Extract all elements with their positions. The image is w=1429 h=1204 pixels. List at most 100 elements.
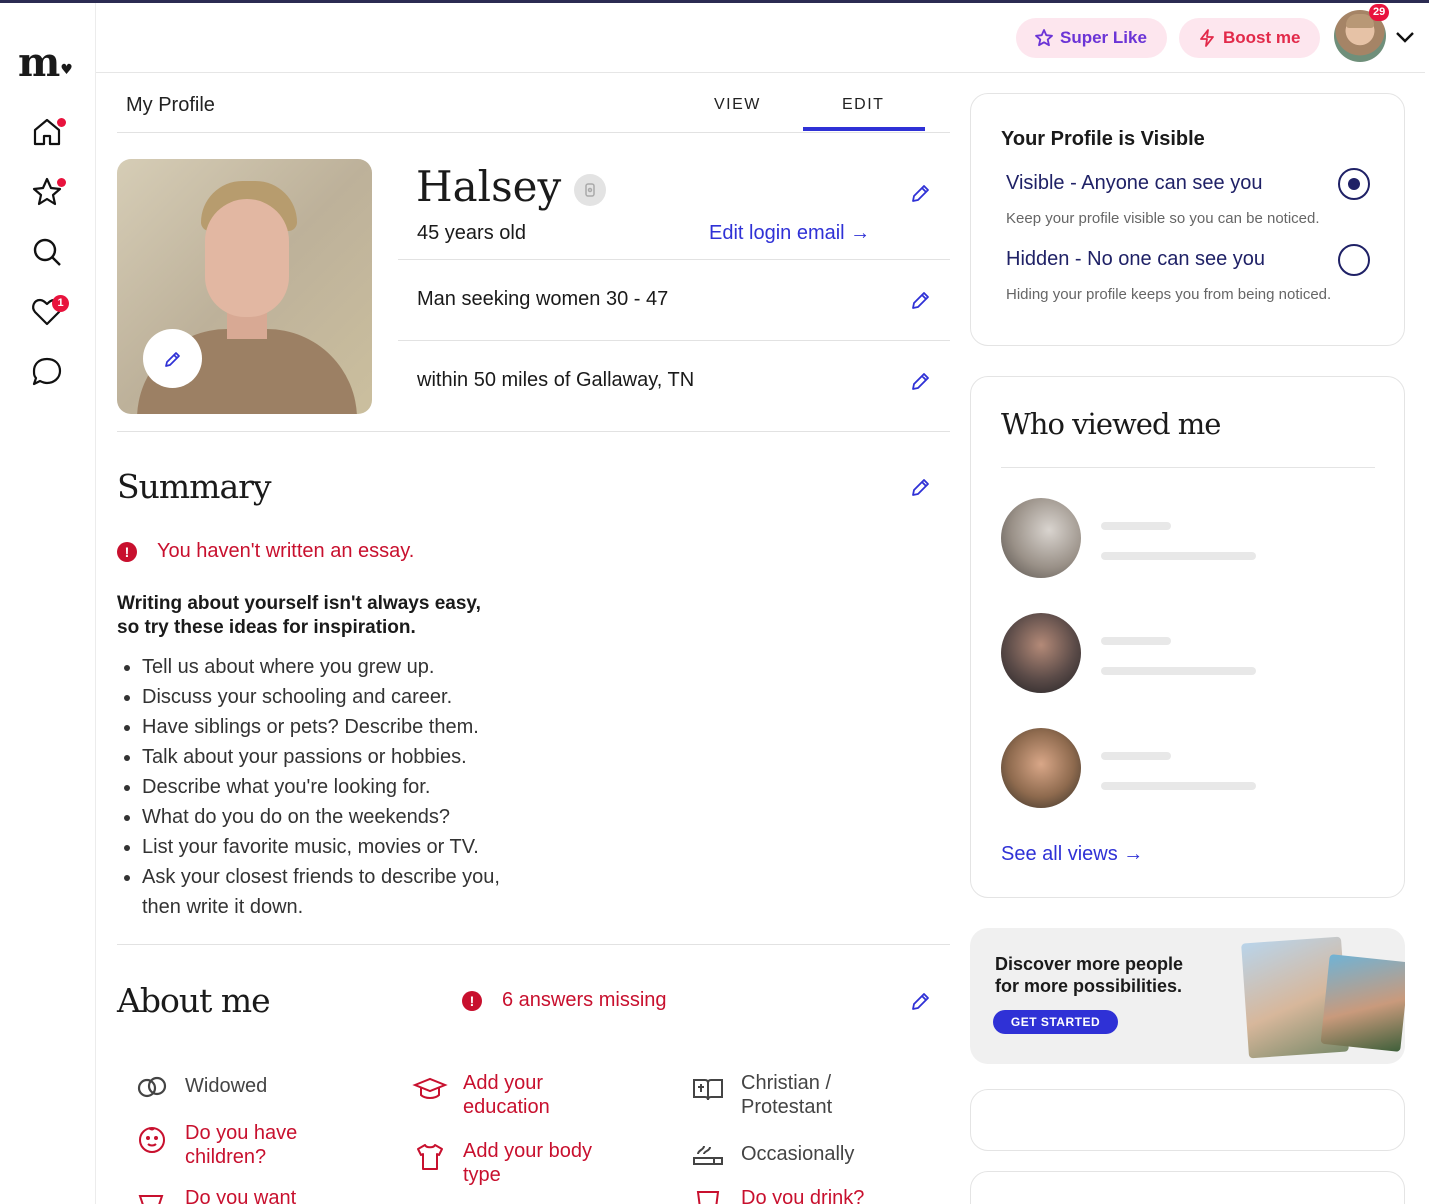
about-item-religion[interactable]: Christian / Protestant — [690, 1071, 920, 1119]
notifications-count-badge: 29 — [1369, 4, 1390, 21]
visibility-title: Your Profile is Visible — [1001, 128, 1205, 150]
star-notification-dot — [57, 178, 66, 187]
divider — [117, 431, 950, 432]
edit-seeking-pencil-icon[interactable] — [910, 289, 932, 311]
divider — [117, 944, 950, 945]
list-item: Tell us about where you grew up. — [142, 652, 542, 682]
essay-warning: ! You haven't written an essay. — [117, 540, 414, 563]
viewer-avatar-blurred[interactable] — [1001, 728, 1081, 808]
profile-name: Halsey — [416, 162, 562, 211]
list-item: What do you do on the weekends? — [142, 802, 542, 832]
list-item: List your favorite music, movies or TV. — [142, 832, 542, 862]
visible-radio[interactable] — [1338, 168, 1370, 200]
glass-icon — [690, 1186, 726, 1204]
edit-location-pencil-icon[interactable] — [910, 370, 932, 392]
baby-face-icon — [134, 1121, 170, 1157]
viewer-avatar-blurred[interactable] — [1001, 498, 1081, 578]
inspiration-heading: Writing about yourself isn't always easy… — [117, 593, 481, 638]
smoking-icon — [690, 1136, 726, 1172]
list-item: Describe what you're looking for. — [142, 772, 542, 802]
skeleton-line — [1101, 552, 1256, 560]
about-item-children[interactable]: Do you have children? — [134, 1121, 354, 1169]
seeking-text: Man seeking women 30 - 47 — [417, 288, 669, 310]
list-item: Ask your closest friends to describe you… — [142, 862, 542, 922]
edit-name-pencil-icon[interactable] — [910, 182, 932, 204]
about-item-body-type[interactable]: Add your body type — [412, 1139, 632, 1187]
promo-banner: Discover more people for more possibilit… — [970, 928, 1405, 1064]
photo-edit-button[interactable] — [143, 329, 202, 388]
lightning-icon — [1200, 29, 1214, 47]
skeleton-line — [1101, 667, 1256, 675]
edit-summary-pencil-icon[interactable] — [910, 476, 932, 498]
divider — [398, 259, 950, 260]
chat-icon[interactable] — [30, 355, 64, 389]
tab-view[interactable]: VIEW — [714, 96, 761, 114]
skeleton-line — [1101, 522, 1171, 530]
visible-option-subtext: Keep your profile visible so you can be … — [1006, 210, 1320, 227]
placeholder-card — [970, 1089, 1405, 1151]
pencil-icon — [164, 351, 180, 367]
summary-heading: Summary — [117, 467, 272, 506]
book-cross-icon — [690, 1071, 726, 1107]
skeleton-line — [1101, 752, 1171, 760]
see-all-views-link[interactable]: See all views → — [1001, 843, 1143, 866]
ideas-list: Tell us about where you grew up. Discuss… — [142, 652, 542, 922]
visible-option-label[interactable]: Visible - Anyone can see you — [1006, 172, 1262, 195]
about-item-want-children[interactable]: Do you want — [134, 1186, 354, 1204]
divider — [1001, 467, 1375, 468]
stroller-icon — [134, 1186, 170, 1204]
tab-edit[interactable]: EDIT — [842, 96, 884, 114]
likes-count-badge: 1 — [52, 295, 69, 312]
graduation-cap-icon — [412, 1071, 448, 1107]
missing-answers-warning: ! 6 answers missing — [462, 989, 667, 1012]
alert-icon: ! — [117, 541, 137, 562]
profile-tabs-bar: My Profile VIEW EDIT — [117, 80, 950, 133]
viewer-avatar-blurred[interactable] — [1001, 613, 1081, 693]
list-item: Talk about your passions or hobbies. — [142, 742, 542, 772]
heart-icon[interactable]: 1 — [30, 295, 69, 329]
rings-icon — [134, 1068, 170, 1104]
about-heading: About me — [117, 981, 271, 1020]
who-viewed-heading: Who viewed me — [1001, 407, 1221, 441]
edit-login-email-link[interactable]: Edit login email → — [709, 222, 870, 245]
top-header: Super Like Boost me 29 — [96, 3, 1425, 73]
hidden-option-label[interactable]: Hidden - No one can see you — [1006, 248, 1265, 271]
home-icon[interactable] — [30, 115, 66, 149]
star-outline-icon — [1035, 29, 1053, 47]
list-item: Have siblings or pets? Describe them. — [142, 712, 542, 742]
home-notification-dot — [57, 118, 66, 127]
essay-warning-text: You haven't written an essay. — [157, 540, 415, 562]
boost-label: Boost me — [1223, 28, 1301, 47]
left-nav-rail: m ♥ 1 — [0, 3, 96, 1204]
visibility-card: Your Profile is Visible Visible - Anyone… — [970, 93, 1405, 346]
verification-icon[interactable] — [574, 174, 606, 206]
super-like-button[interactable]: Super Like — [1016, 18, 1167, 58]
search-icon[interactable] — [30, 235, 64, 269]
list-item: Discuss your schooling and career. — [142, 682, 542, 712]
page-title: My Profile — [126, 94, 215, 116]
promo-couple-photo — [1320, 954, 1405, 1052]
missing-answers-text: 6 answers missing — [502, 989, 667, 1011]
active-tab-indicator — [803, 127, 925, 131]
who-viewed-card: Who viewed me See all views → — [970, 376, 1405, 898]
edit-about-pencil-icon[interactable] — [910, 990, 932, 1012]
about-item-relationship[interactable]: Widowed — [134, 1068, 354, 1104]
skeleton-line — [1101, 782, 1256, 790]
profile-age: 45 years old — [417, 222, 526, 244]
location-text: within 50 miles of Gallaway, TN — [417, 369, 695, 391]
hidden-radio[interactable] — [1338, 244, 1370, 276]
about-item-drinking[interactable]: Do you drink? — [690, 1186, 920, 1204]
get-started-button[interactable]: GET STARTED — [993, 1010, 1118, 1034]
about-item-education[interactable]: Add your education — [412, 1071, 632, 1119]
skeleton-line — [1101, 637, 1171, 645]
chevron-down-icon[interactable] — [1393, 25, 1417, 49]
brand-logo[interactable]: m ♥ — [18, 43, 73, 92]
divider — [398, 340, 950, 341]
about-item-smoking[interactable]: Occasionally — [690, 1136, 920, 1172]
shirt-icon — [412, 1139, 448, 1175]
boost-button[interactable]: Boost me — [1179, 18, 1321, 58]
star-icon[interactable] — [30, 175, 66, 209]
promo-text: Discover more people for more possibilit… — [995, 954, 1184, 996]
hidden-option-subtext: Hiding your profile keeps you from being… — [1006, 286, 1332, 303]
super-like-label: Super Like — [1060, 28, 1147, 47]
